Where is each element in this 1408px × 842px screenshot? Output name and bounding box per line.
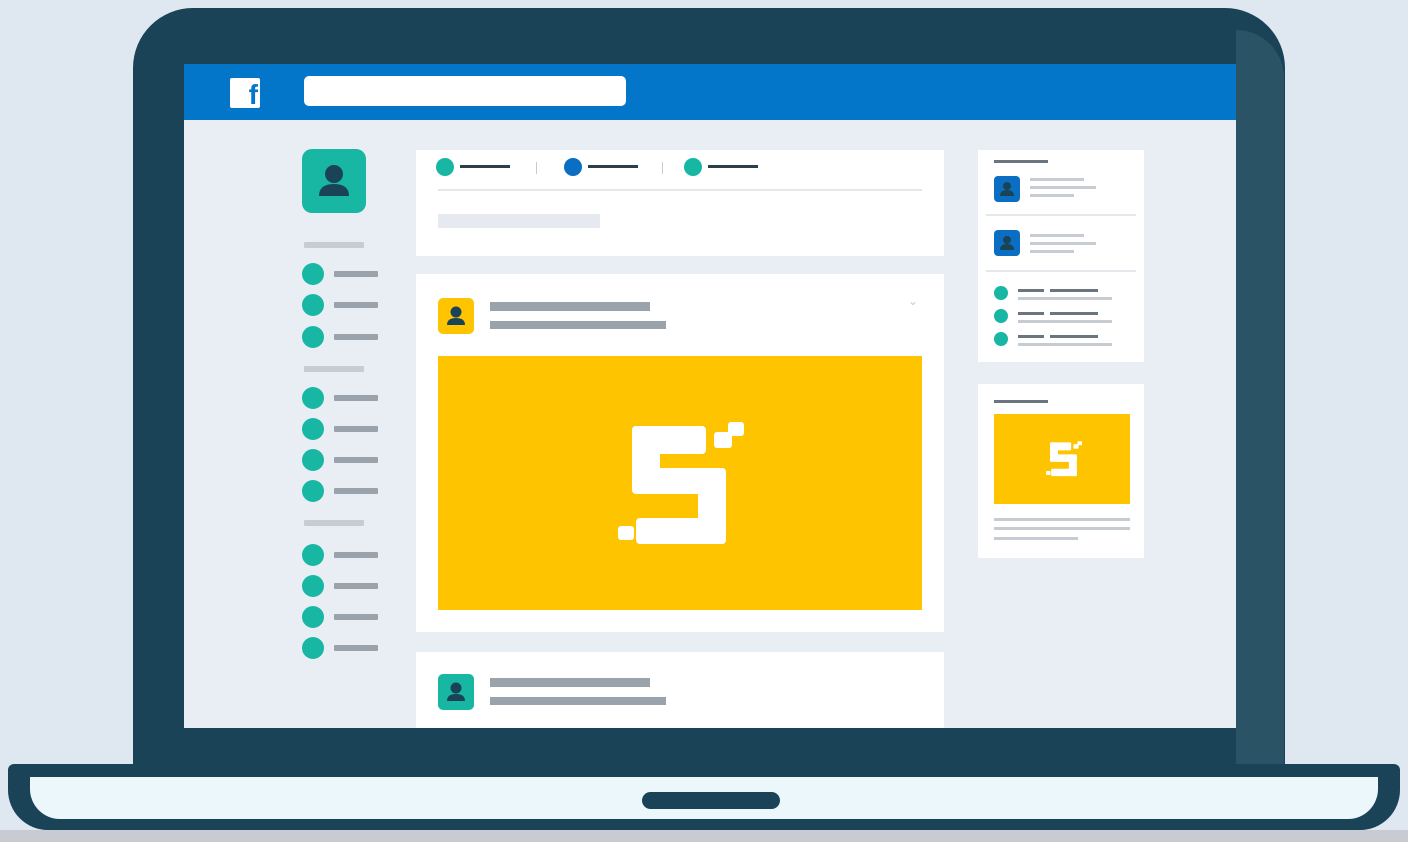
widget-line: [1030, 234, 1084, 237]
sidebar-item-icon[interactable]: [302, 326, 324, 348]
widget-line: [1018, 343, 1112, 346]
user-icon: [1000, 236, 1014, 250]
widget-avatar[interactable]: [994, 230, 1020, 256]
post-author[interactable]: [490, 678, 650, 687]
sidebar-item-icon[interactable]: [302, 387, 324, 409]
sidebar-section-header: [304, 366, 364, 372]
post-avatar[interactable]: [438, 298, 474, 334]
widget-line: [1050, 312, 1098, 315]
sidebar-item-label[interactable]: [334, 457, 378, 463]
top-navigation-bar: f: [184, 64, 1236, 120]
composer-input[interactable]: [438, 214, 600, 228]
sidebar-item-icon[interactable]: [302, 544, 324, 566]
composer-tab-icon[interactable]: [684, 158, 702, 176]
user-icon: [1000, 182, 1014, 196]
sidebar-section-header: [304, 242, 364, 248]
post-image[interactable]: [438, 356, 922, 610]
ground-shadow: [0, 830, 1408, 842]
facebook-icon[interactable]: f: [230, 78, 260, 108]
composer-tab-label[interactable]: [708, 165, 758, 168]
composer-tab-label[interactable]: [588, 165, 638, 168]
laptop-screen: f ⌄: [184, 64, 1236, 728]
s-logo: [1046, 441, 1082, 477]
sidebar-item-label[interactable]: [334, 488, 378, 494]
widget-separator: [986, 214, 1136, 216]
composer-tab-icon[interactable]: [564, 158, 582, 176]
search-input[interactable]: [304, 76, 626, 106]
widget-title: [994, 160, 1048, 163]
chevron-down-icon[interactable]: ⌄: [908, 295, 918, 307]
widget-item-icon[interactable]: [994, 309, 1008, 323]
widget-line: [1018, 297, 1112, 300]
composer-tab-icon[interactable]: [436, 158, 454, 176]
widget-line: [1030, 178, 1084, 181]
sidebar-item-label[interactable]: [334, 583, 378, 589]
ad-image[interactable]: [994, 414, 1130, 504]
post-meta: [490, 321, 666, 329]
widget-line: [1030, 250, 1074, 253]
post-author[interactable]: [490, 302, 650, 311]
sidebar-item-label[interactable]: [334, 271, 378, 277]
widget-line: [1050, 335, 1098, 338]
widget-item-icon[interactable]: [994, 286, 1008, 300]
sidebar-item-icon[interactable]: [302, 263, 324, 285]
widget-line: [1018, 320, 1112, 323]
widget-line: [1030, 194, 1074, 197]
widget-item-icon[interactable]: [994, 332, 1008, 346]
laptop-lid-shade: [1236, 30, 1284, 768]
sidebar-item-icon[interactable]: [302, 637, 324, 659]
user-icon: [447, 682, 465, 701]
divider: [662, 162, 663, 174]
post-card: [416, 652, 944, 728]
sidebar-item-icon[interactable]: [302, 294, 324, 316]
laptop-groove: [642, 792, 780, 809]
right-ad-widget: [978, 384, 1144, 558]
sidebar-item-label[interactable]: [334, 395, 378, 401]
widget-line: [994, 527, 1130, 530]
widget-line: [1018, 312, 1044, 315]
post-card: ⌄: [416, 274, 944, 632]
sidebar-item-label[interactable]: [334, 614, 378, 620]
widget-line: [1018, 289, 1044, 292]
widget-line: [1030, 186, 1096, 189]
s-logo: [618, 422, 744, 544]
widget-separator: [986, 270, 1136, 272]
widget-line: [994, 518, 1130, 521]
user-icon: [447, 306, 465, 325]
post-meta: [490, 697, 666, 705]
widget-title: [994, 400, 1048, 403]
sidebar-item-label[interactable]: [334, 426, 378, 432]
right-widget: [978, 150, 1144, 362]
sidebar-item-icon[interactable]: [302, 449, 324, 471]
sidebar-item-label[interactable]: [334, 645, 378, 651]
profile-avatar[interactable]: [302, 149, 366, 213]
composer-separator: [438, 189, 922, 191]
sidebar-section-header: [304, 520, 364, 526]
sidebar-item-label[interactable]: [334, 334, 378, 340]
widget-avatar[interactable]: [994, 176, 1020, 202]
user-icon: [319, 165, 349, 196]
sidebar-item-icon[interactable]: [302, 418, 324, 440]
divider: [536, 162, 537, 174]
widget-line: [1030, 242, 1096, 245]
sidebar-item-label[interactable]: [334, 552, 378, 558]
widget-line: [1050, 289, 1098, 292]
sidebar-item-icon[interactable]: [302, 575, 324, 597]
widget-line: [994, 537, 1078, 540]
post-composer: [416, 150, 944, 256]
widget-line: [1018, 335, 1044, 338]
composer-tab-label[interactable]: [460, 165, 510, 168]
sidebar-item-label[interactable]: [334, 302, 378, 308]
sidebar-item-icon[interactable]: [302, 480, 324, 502]
sidebar-item-icon[interactable]: [302, 606, 324, 628]
post-avatar[interactable]: [438, 674, 474, 710]
